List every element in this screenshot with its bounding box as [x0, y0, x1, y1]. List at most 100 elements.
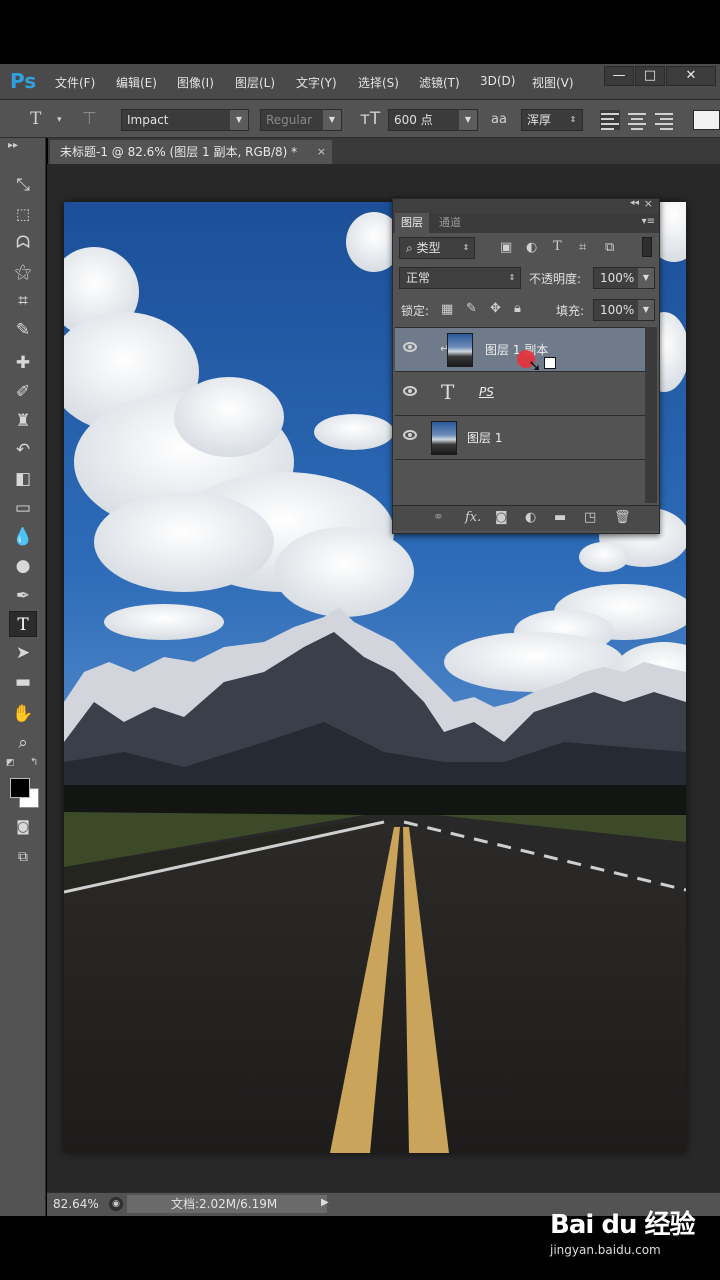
swap-colors-icon[interactable]: ↰ [30, 757, 38, 768]
font-size-field[interactable]: 600 点 ▼ [388, 109, 478, 131]
close-button[interactable]: ✕ [666, 66, 716, 86]
blur-tool-icon[interactable]: 💧 [9, 524, 37, 550]
align-right-button[interactable] [654, 110, 674, 130]
layer-row[interactable]: 图层 1 [395, 416, 645, 460]
font-size-value: 600 点 [394, 113, 433, 127]
stamp-tool-icon[interactable]: ♜ [9, 408, 37, 434]
opacity-label: 不透明度: [529, 272, 582, 286]
menu-filter[interactable]: 滤镜(T) [419, 74, 460, 91]
align-center-button[interactable] [627, 110, 647, 130]
document-size[interactable]: 文档:2.02M/6.19M [127, 1195, 327, 1213]
quick-mask-icon[interactable]: ◙ [9, 814, 37, 840]
status-info-icon[interactable]: ◉ [109, 1197, 123, 1211]
filter-pixel-icon[interactable]: ▣ [500, 240, 512, 255]
restore-button[interactable]: □ [635, 66, 665, 86]
font-family-select[interactable]: Impact ▼ [121, 109, 249, 131]
default-colors-icon[interactable]: ◩ [6, 758, 15, 768]
eyedropper-tool-icon[interactable]: ✎ [9, 317, 37, 343]
menu-file[interactable]: 文件(F) [55, 74, 95, 91]
minimize-button[interactable]: — [604, 66, 634, 86]
pen-tool-icon[interactable]: ✒ [9, 583, 37, 609]
antialias-select[interactable]: 浑厚 ⇕ [521, 109, 583, 131]
gradient-tool-icon[interactable]: ▭ [9, 495, 37, 521]
watermark-logo: Bai du 经验 [550, 1210, 695, 1240]
close-icon[interactable]: × [644, 197, 653, 210]
menu-view[interactable]: 视图(V) [532, 74, 574, 91]
crop-tool-icon[interactable]: ⌗ [9, 288, 37, 314]
visibility-eye-icon[interactable] [403, 430, 417, 440]
visibility-eye-icon[interactable] [403, 386, 417, 396]
dodge-tool-icon[interactable]: ● [9, 553, 37, 579]
new-group-icon[interactable]: ▬ [554, 510, 566, 525]
fill-label: 填充: [556, 304, 585, 318]
panel-title-bar[interactable]: ◂◂ × [393, 197, 659, 213]
hand-tool-icon[interactable]: ✋ [9, 701, 37, 727]
shape-tool-icon[interactable]: ▬ [9, 669, 37, 695]
path-select-tool-icon[interactable]: ➤ [9, 640, 37, 666]
fill-field[interactable]: 100% ▼ [593, 299, 655, 321]
filter-shape-icon[interactable]: ⌗ [579, 240, 586, 255]
history-brush-tool-icon[interactable]: ↶ [9, 437, 37, 463]
link-layers-icon[interactable]: ⚭ [433, 510, 444, 525]
tab-layers[interactable]: 图层 [395, 213, 429, 233]
blend-mode-select[interactable]: 正常 ⇕ [399, 267, 521, 289]
layer-name[interactable]: 图层 1 [467, 429, 502, 446]
marquee-tool-icon[interactable]: ⬚ [9, 201, 37, 227]
collapse-panel-icon[interactable]: ◂◂ [630, 198, 639, 208]
blend-mode-value: 正常 [406, 271, 431, 285]
panel-tabs: 图层 通道 ▾≡ [393, 213, 659, 233]
layer-name[interactable]: PS [479, 385, 494, 399]
lock-position-icon[interactable]: ✥ [490, 301, 501, 316]
font-style-select[interactable]: Regular ▼ [260, 109, 342, 131]
zoom-tool-icon[interactable]: ⌕ [9, 730, 37, 756]
layer-filter-select[interactable]: ⌕ 类型 ⇕ [399, 237, 475, 259]
type-tool-icon[interactable]: T [9, 611, 37, 637]
document-tab[interactable]: 未标题-1 @ 82.6% (图层 1 副本, RGB/8) * × [50, 140, 332, 164]
move-tool-icon[interactable]: ⤡ [9, 172, 37, 198]
filter-adjustment-icon[interactable]: ◐ [526, 240, 537, 255]
menu-3d[interactable]: 3D(D) [480, 74, 515, 88]
tool-preset-dropdown-icon[interactable]: ▾ [57, 115, 62, 125]
fx-icon[interactable]: fx. [465, 510, 481, 525]
menu-select[interactable]: 选择(S) [358, 74, 399, 91]
trash-icon[interactable]: 🗑︎ [614, 510, 631, 525]
lasso-tool-icon[interactable]: ᗣ [9, 230, 37, 256]
healing-tool-icon[interactable]: ✚ [9, 350, 37, 376]
chevron-down-icon: ▼ [638, 268, 654, 288]
align-left-button[interactable] [600, 110, 620, 130]
layer-list-scrollbar[interactable] [645, 327, 657, 503]
menu-type[interactable]: 文字(Y) [296, 74, 337, 91]
close-icon[interactable]: × [317, 140, 326, 164]
lock-pixels-icon[interactable]: ✎ [466, 301, 477, 316]
text-orientation-icon[interactable]: ⊤ [82, 109, 97, 129]
filter-smart-object-icon[interactable]: ⧉ [605, 240, 614, 255]
layer-row[interactable]: T PS [395, 372, 645, 416]
lock-transparency-icon[interactable]: ▦ [441, 302, 453, 317]
brush-tool-icon[interactable]: ✐ [9, 379, 37, 405]
foreground-color-swatch[interactable] [10, 778, 30, 798]
status-menu-arrow-icon[interactable]: ▶ [321, 1197, 329, 1208]
menu-layer[interactable]: 图层(L) [235, 74, 275, 91]
photoshop-window: Ps 文件(F) 编辑(E) 图像(I) 图层(L) 文字(Y) 选择(S) 滤… [0, 0, 720, 1280]
font-family-value: Impact [127, 113, 169, 127]
panel-menu-icon[interactable]: ▾≡ [642, 216, 655, 227]
text-color-swatch[interactable] [693, 110, 720, 130]
adjustment-layer-icon[interactable]: ◐ [525, 510, 536, 525]
add-mask-icon[interactable]: ◙ [495, 510, 508, 525]
lock-all-icon[interactable]: 🔒︎ [514, 301, 521, 316]
type-tool-icon[interactable]: T [30, 109, 41, 129]
magic-wand-tool-icon[interactable]: ⚝ [9, 259, 37, 285]
eraser-tool-icon[interactable]: ◧ [9, 466, 37, 492]
screen-mode-icon[interactable]: ⧉ [9, 844, 37, 870]
menu-image[interactable]: 图像(I) [177, 74, 214, 91]
watermark-url: jingyan.baidu.com [550, 1243, 661, 1257]
new-layer-icon[interactable]: ◳ [584, 510, 596, 525]
collapse-icon[interactable]: ▸▸ [8, 140, 18, 151]
tab-channels[interactable]: 通道 [433, 213, 467, 233]
opacity-field[interactable]: 100% ▼ [593, 267, 655, 289]
menu-edit[interactable]: 编辑(E) [116, 74, 157, 91]
filter-type-icon[interactable]: T [553, 239, 562, 254]
filter-toggle[interactable] [642, 237, 652, 257]
zoom-level[interactable]: 82.64% [53, 1197, 99, 1211]
visibility-eye-icon[interactable] [403, 342, 417, 352]
